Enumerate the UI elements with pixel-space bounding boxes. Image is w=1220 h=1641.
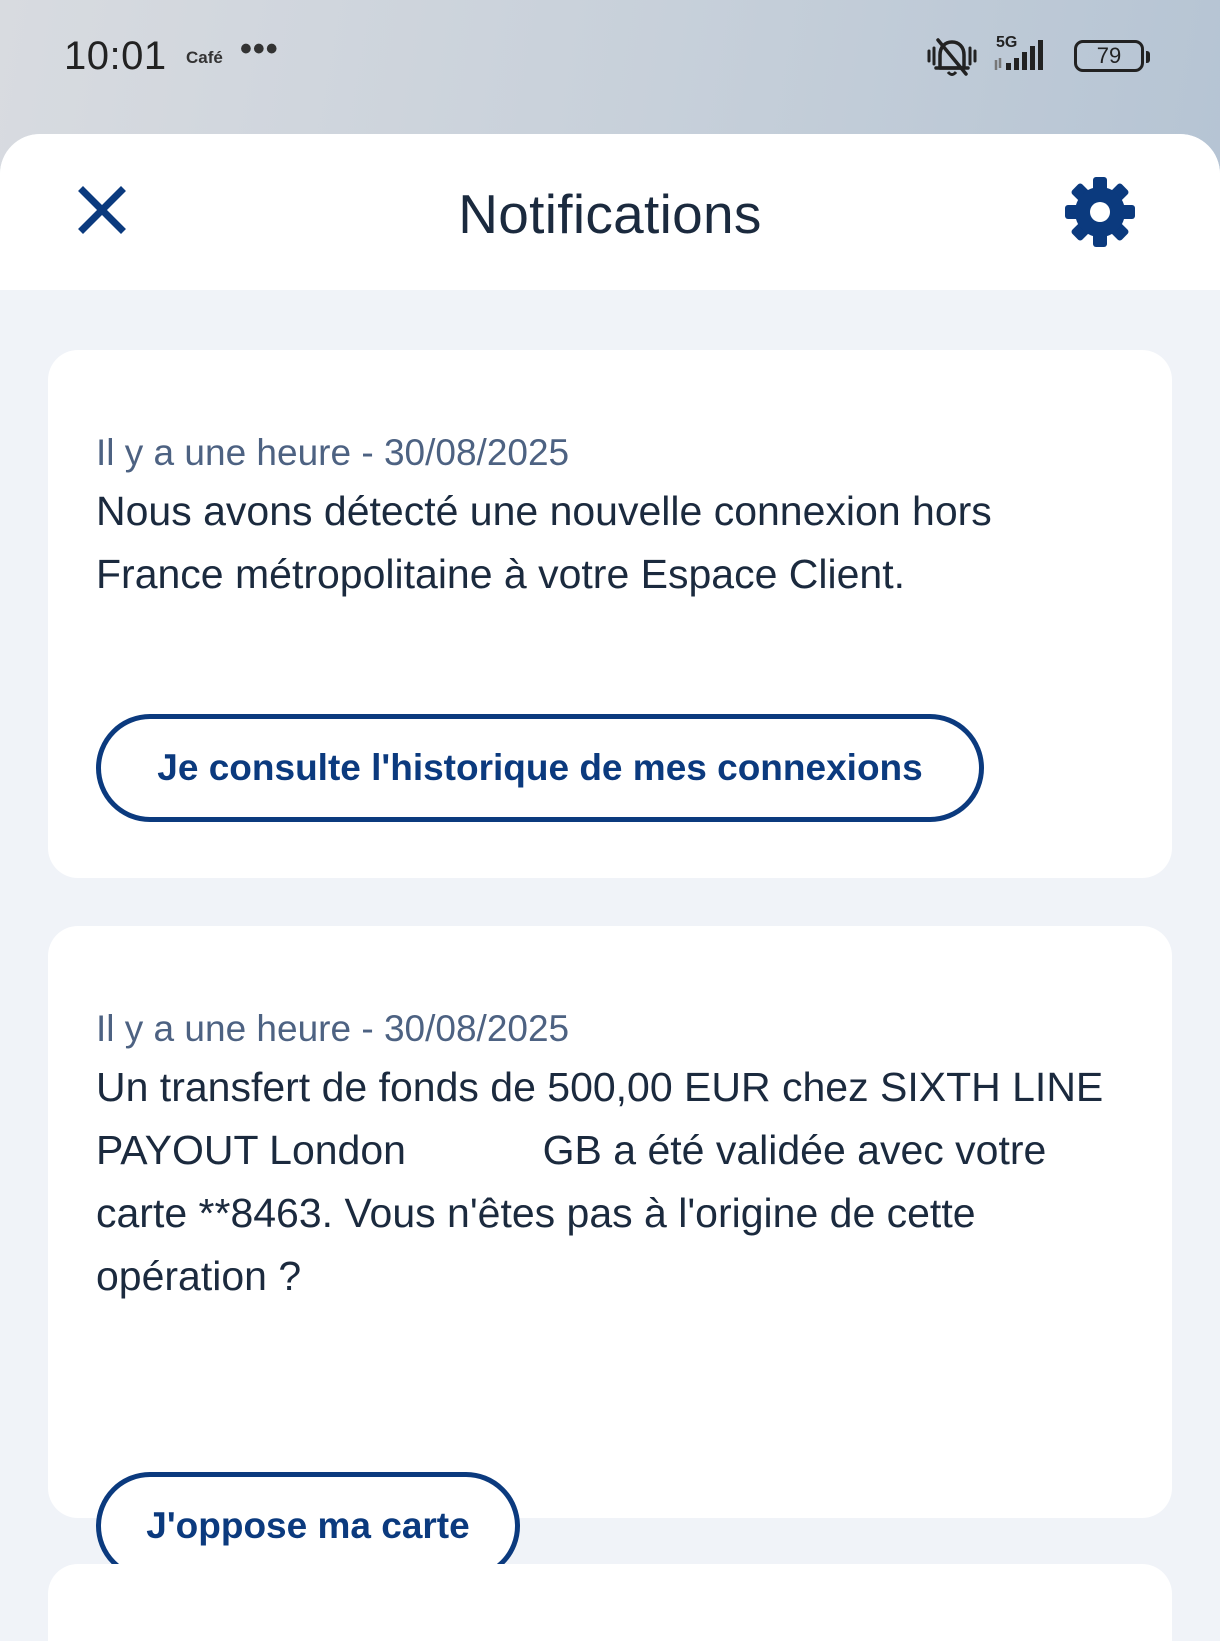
- gear-icon: [1065, 177, 1135, 247]
- notification-card: [48, 1564, 1172, 1641]
- battery-icon: 79: [1074, 40, 1150, 72]
- silent-bell-icon: [927, 38, 977, 76]
- notification-date: Il y a une heure - 30/08/2025: [96, 1008, 570, 1049]
- sheet-header: Notifications: [0, 134, 1220, 290]
- status-bar: 10:01 Café ••• 5G 79: [0, 0, 1220, 120]
- status-carrier-label: Café: [186, 48, 223, 67]
- status-time: 10:01: [64, 34, 167, 78]
- notification-date: Il y a une heure - 30/08/2025: [96, 432, 570, 473]
- notification-message: Un transfert de fonds de 500,00 EUR chez…: [96, 1064, 1115, 1299]
- notification-card: Il y a une heure - 30/08/2025 Nous avons…: [48, 350, 1172, 878]
- notification-card: Il y a une heure - 30/08/2025 Un transfe…: [48, 926, 1172, 1580]
- more-notifications-indicator: •••: [240, 30, 279, 68]
- page-title: Notifications: [458, 183, 762, 245]
- notification-message: Nous avons détecté une nouvelle connexio…: [96, 488, 992, 597]
- signal-icon: 5G: [990, 34, 1062, 76]
- view-connection-history-button[interactable]: Je consulte l'historique de mes connexio…: [96, 714, 984, 822]
- notifications-sheet: Notifications Il y a une heure - 30/08/2…: [0, 134, 1220, 1641]
- settings-button[interactable]: [1060, 172, 1140, 252]
